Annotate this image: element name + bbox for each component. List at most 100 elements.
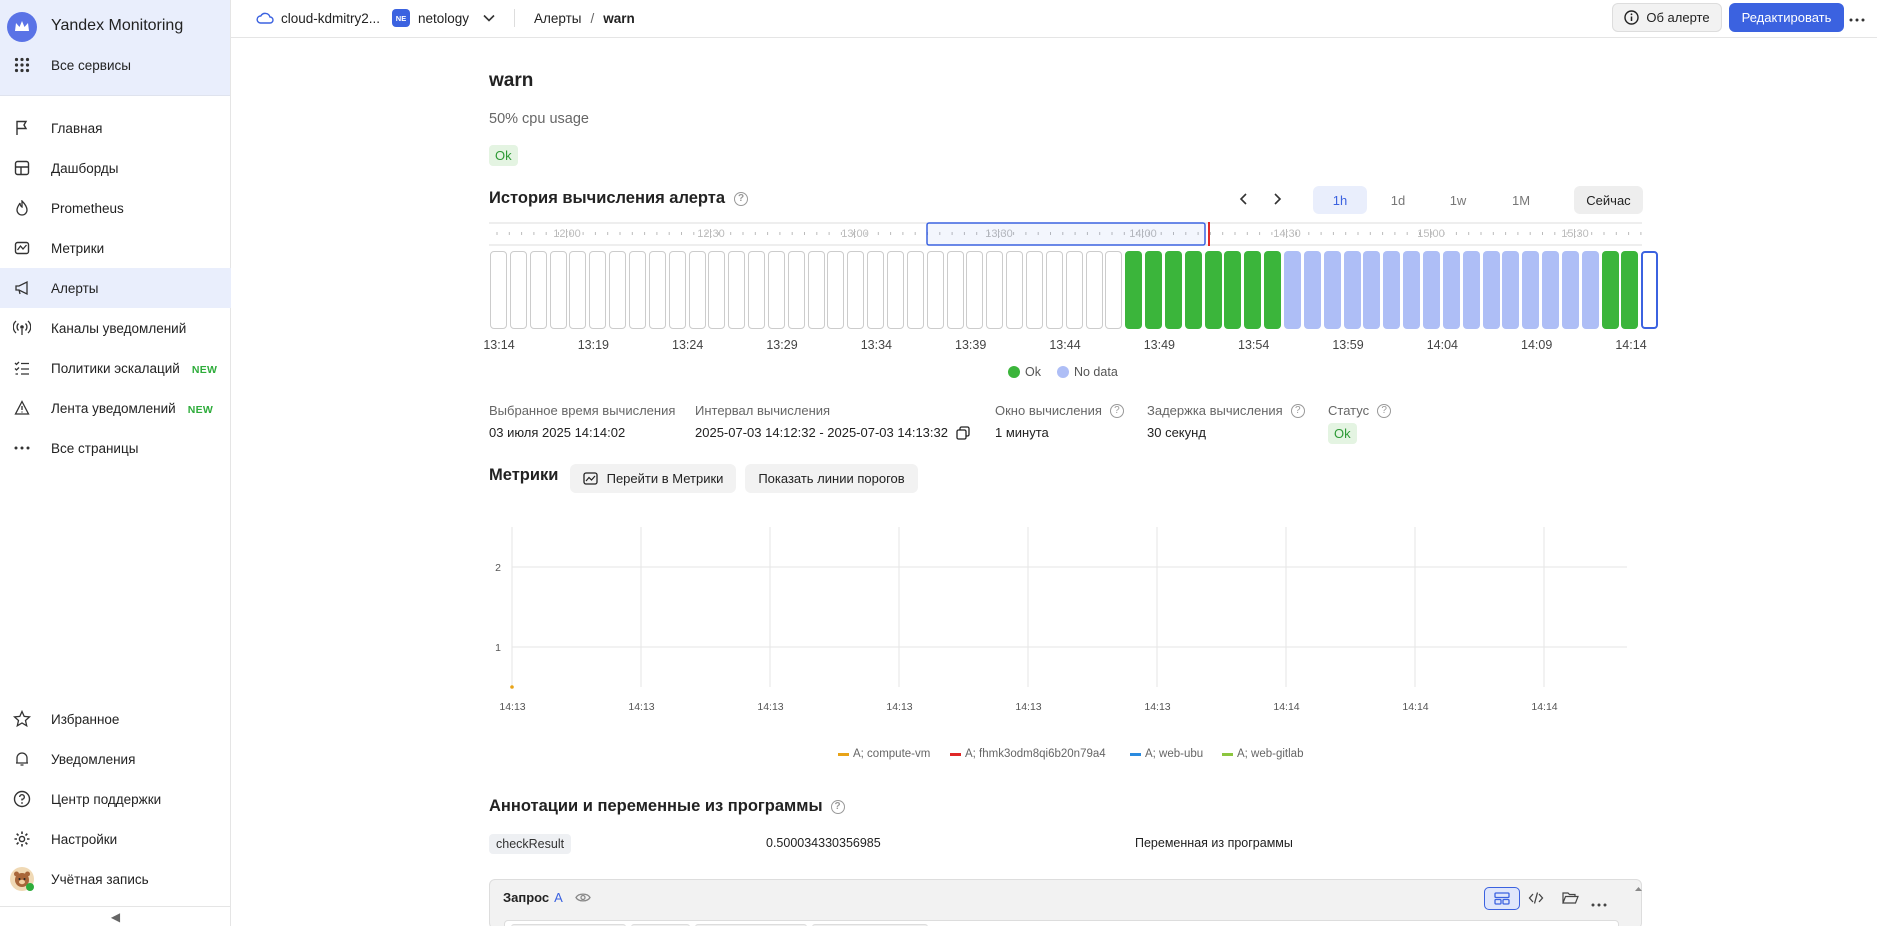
help-icon[interactable]: ? <box>734 191 749 206</box>
query-code-mode-button[interactable] <box>1528 891 1544 908</box>
edit-button[interactable]: Редактировать <box>1729 3 1844 32</box>
folder-selector[interactable]: NE netology <box>392 0 495 36</box>
period-1w[interactable]: 1w <box>1431 186 1485 214</box>
breadcrumb-alerts[interactable]: Алерты <box>534 11 582 26</box>
help-icon[interactable]: ? <box>1377 403 1392 418</box>
history-bar-empty[interactable] <box>549 251 567 329</box>
history-bar-nodata[interactable] <box>1482 251 1500 329</box>
history-bar-empty[interactable] <box>1105 251 1123 329</box>
more-menu-icon[interactable] <box>1849 10 1865 25</box>
sidebar-item-metrics[interactable]: Метрики <box>0 228 231 268</box>
history-bar-ok[interactable] <box>1244 251 1262 329</box>
sidebar-item-channels[interactable]: Каналы уведомлений <box>0 308 231 348</box>
query-more-icon[interactable] <box>1591 895 1607 910</box>
history-bar-empty[interactable] <box>946 251 964 329</box>
history-bar-empty[interactable] <box>609 251 627 329</box>
history-bar-empty[interactable] <box>728 251 746 329</box>
sidebar-item-home[interactable]: Главная <box>0 108 231 148</box>
history-bar-empty[interactable] <box>1006 251 1024 329</box>
selection-window[interactable] <box>926 222 1206 246</box>
chart-point[interactable] <box>510 685 514 689</box>
history-bar-empty[interactable] <box>906 251 924 329</box>
history-bar-nodata[interactable] <box>1323 251 1341 329</box>
history-bar-nodata[interactable] <box>1522 251 1540 329</box>
goto-metrics-button[interactable]: Перейти в Метрики <box>570 464 736 493</box>
chart-legend-item[interactable]: A; web-gitlab <box>1222 748 1303 760</box>
history-bar-empty[interactable] <box>767 251 785 329</box>
history-bar-empty[interactable] <box>569 251 587 329</box>
metrics-chart[interactable]: 14:13 14:13 14:13 14:13 14:13 14:13 14:14 14:14… <box>489 520 1639 740</box>
history-bar-empty[interactable] <box>490 251 507 329</box>
history-bar-empty[interactable] <box>986 251 1004 329</box>
sidebar-item-support[interactable]: Центр поддержки <box>0 779 231 819</box>
history-bar-nodata[interactable] <box>1422 251 1440 329</box>
history-bar-empty[interactable] <box>787 251 805 329</box>
history-bar-empty[interactable] <box>867 251 885 329</box>
prev-period-button[interactable] <box>1235 190 1253 211</box>
history-bar-empty[interactable] <box>827 251 845 329</box>
history-bar-empty[interactable] <box>628 251 646 329</box>
overview-timeline[interactable]: 12:0012:3013:0013:3014:0014:3015:0015:30 <box>489 222 1642 246</box>
next-period-button[interactable] <box>1268 190 1286 211</box>
sidebar-item-alerts[interactable]: Алерты <box>0 268 231 308</box>
sidebar-item-dashboards[interactable]: Дашборды <box>0 148 231 188</box>
help-icon[interactable]: ? <box>1109 403 1124 418</box>
history-bar-nodata[interactable] <box>1284 251 1301 329</box>
history-bar-empty[interactable] <box>748 251 766 329</box>
history-bar-empty[interactable] <box>1065 251 1083 329</box>
all-services-button[interactable]: Все сервисы <box>0 45 231 85</box>
history-bar-empty[interactable] <box>926 251 944 329</box>
sidebar-item-escalations[interactable]: Политики эскалаций NEW <box>0 348 231 388</box>
now-button[interactable]: Сейчас <box>1574 186 1643 214</box>
history-bar-empty[interactable] <box>1025 251 1043 329</box>
crown-logo-icon[interactable] <box>7 12 37 42</box>
help-icon[interactable]: ? <box>1290 403 1305 418</box>
history-bar-nodata[interactable] <box>1502 251 1520 329</box>
sidebar-item-settings[interactable]: Настройки <box>0 819 231 859</box>
history-bar-ok[interactable] <box>1204 251 1222 329</box>
history-bar-nodata[interactable] <box>1303 251 1321 329</box>
history-bar-empty[interactable] <box>688 251 706 329</box>
chart-legend-item[interactable]: A; web-ubu <box>1130 748 1203 760</box>
sidebar-item-notifications[interactable]: Уведомления <box>0 739 231 779</box>
history-bar-ok[interactable] <box>1621 251 1639 329</box>
history-bar-ok[interactable] <box>1601 251 1619 329</box>
period-1h[interactable]: 1h <box>1313 186 1367 214</box>
history-bar-nodata[interactable] <box>1363 251 1381 329</box>
scrollbar-arrow-up[interactable] <box>1634 880 1643 920</box>
history-bar-empty[interactable] <box>1085 251 1103 329</box>
history-bar-nodata[interactable] <box>1383 251 1401 329</box>
sidebar-item-prometheus[interactable]: Prometheus <box>0 188 231 228</box>
query-open-button[interactable] <box>1562 891 1579 908</box>
app-title[interactable]: Yandex Monitoring <box>51 17 183 35</box>
sidebar-item-all-pages[interactable]: Все страницы <box>0 428 231 468</box>
history-bar-empty[interactable] <box>887 251 904 329</box>
history-bar-ok[interactable] <box>1145 251 1163 329</box>
history-bar-nodata[interactable] <box>1403 251 1421 329</box>
history-bar-nodata[interactable] <box>1442 251 1460 329</box>
period-1M[interactable]: 1M <box>1494 186 1548 214</box>
sidebar-item-account[interactable]: Учётная запись <box>0 859 231 899</box>
history-bar-ok[interactable] <box>1125 251 1143 329</box>
history-bar-empty[interactable] <box>807 251 825 329</box>
history-bar-empty[interactable] <box>708 251 726 329</box>
history-bar-nodata[interactable] <box>1462 251 1480 329</box>
query-input[interactable]: cloud_kdmitry2910netologyservice = compu… <box>504 920 1619 926</box>
history-bar-ok[interactable] <box>1164 251 1182 329</box>
history-bar-selected[interactable] <box>1641 251 1659 329</box>
history-bar-empty[interactable] <box>847 251 865 329</box>
eye-icon[interactable] <box>575 892 591 903</box>
history-bar-empty[interactable] <box>529 251 547 329</box>
copy-icon[interactable] <box>956 425 970 440</box>
history-bar-ok[interactable] <box>1184 251 1202 329</box>
collapse-sidebar-button[interactable]: ◀ <box>0 906 231 926</box>
history-bar-empty[interactable] <box>648 251 666 329</box>
history-bar-ok[interactable] <box>1264 251 1282 329</box>
history-bar-empty[interactable] <box>668 251 686 329</box>
history-bar-empty[interactable] <box>589 251 607 329</box>
history-bar-empty[interactable] <box>1045 251 1063 329</box>
about-alert-button[interactable]: Об алерте <box>1612 3 1722 32</box>
chart-legend-item[interactable]: A; compute-vm <box>838 748 930 760</box>
history-bar-nodata[interactable] <box>1343 251 1361 329</box>
show-thresholds-button[interactable]: Показать линии порогов <box>745 464 918 493</box>
